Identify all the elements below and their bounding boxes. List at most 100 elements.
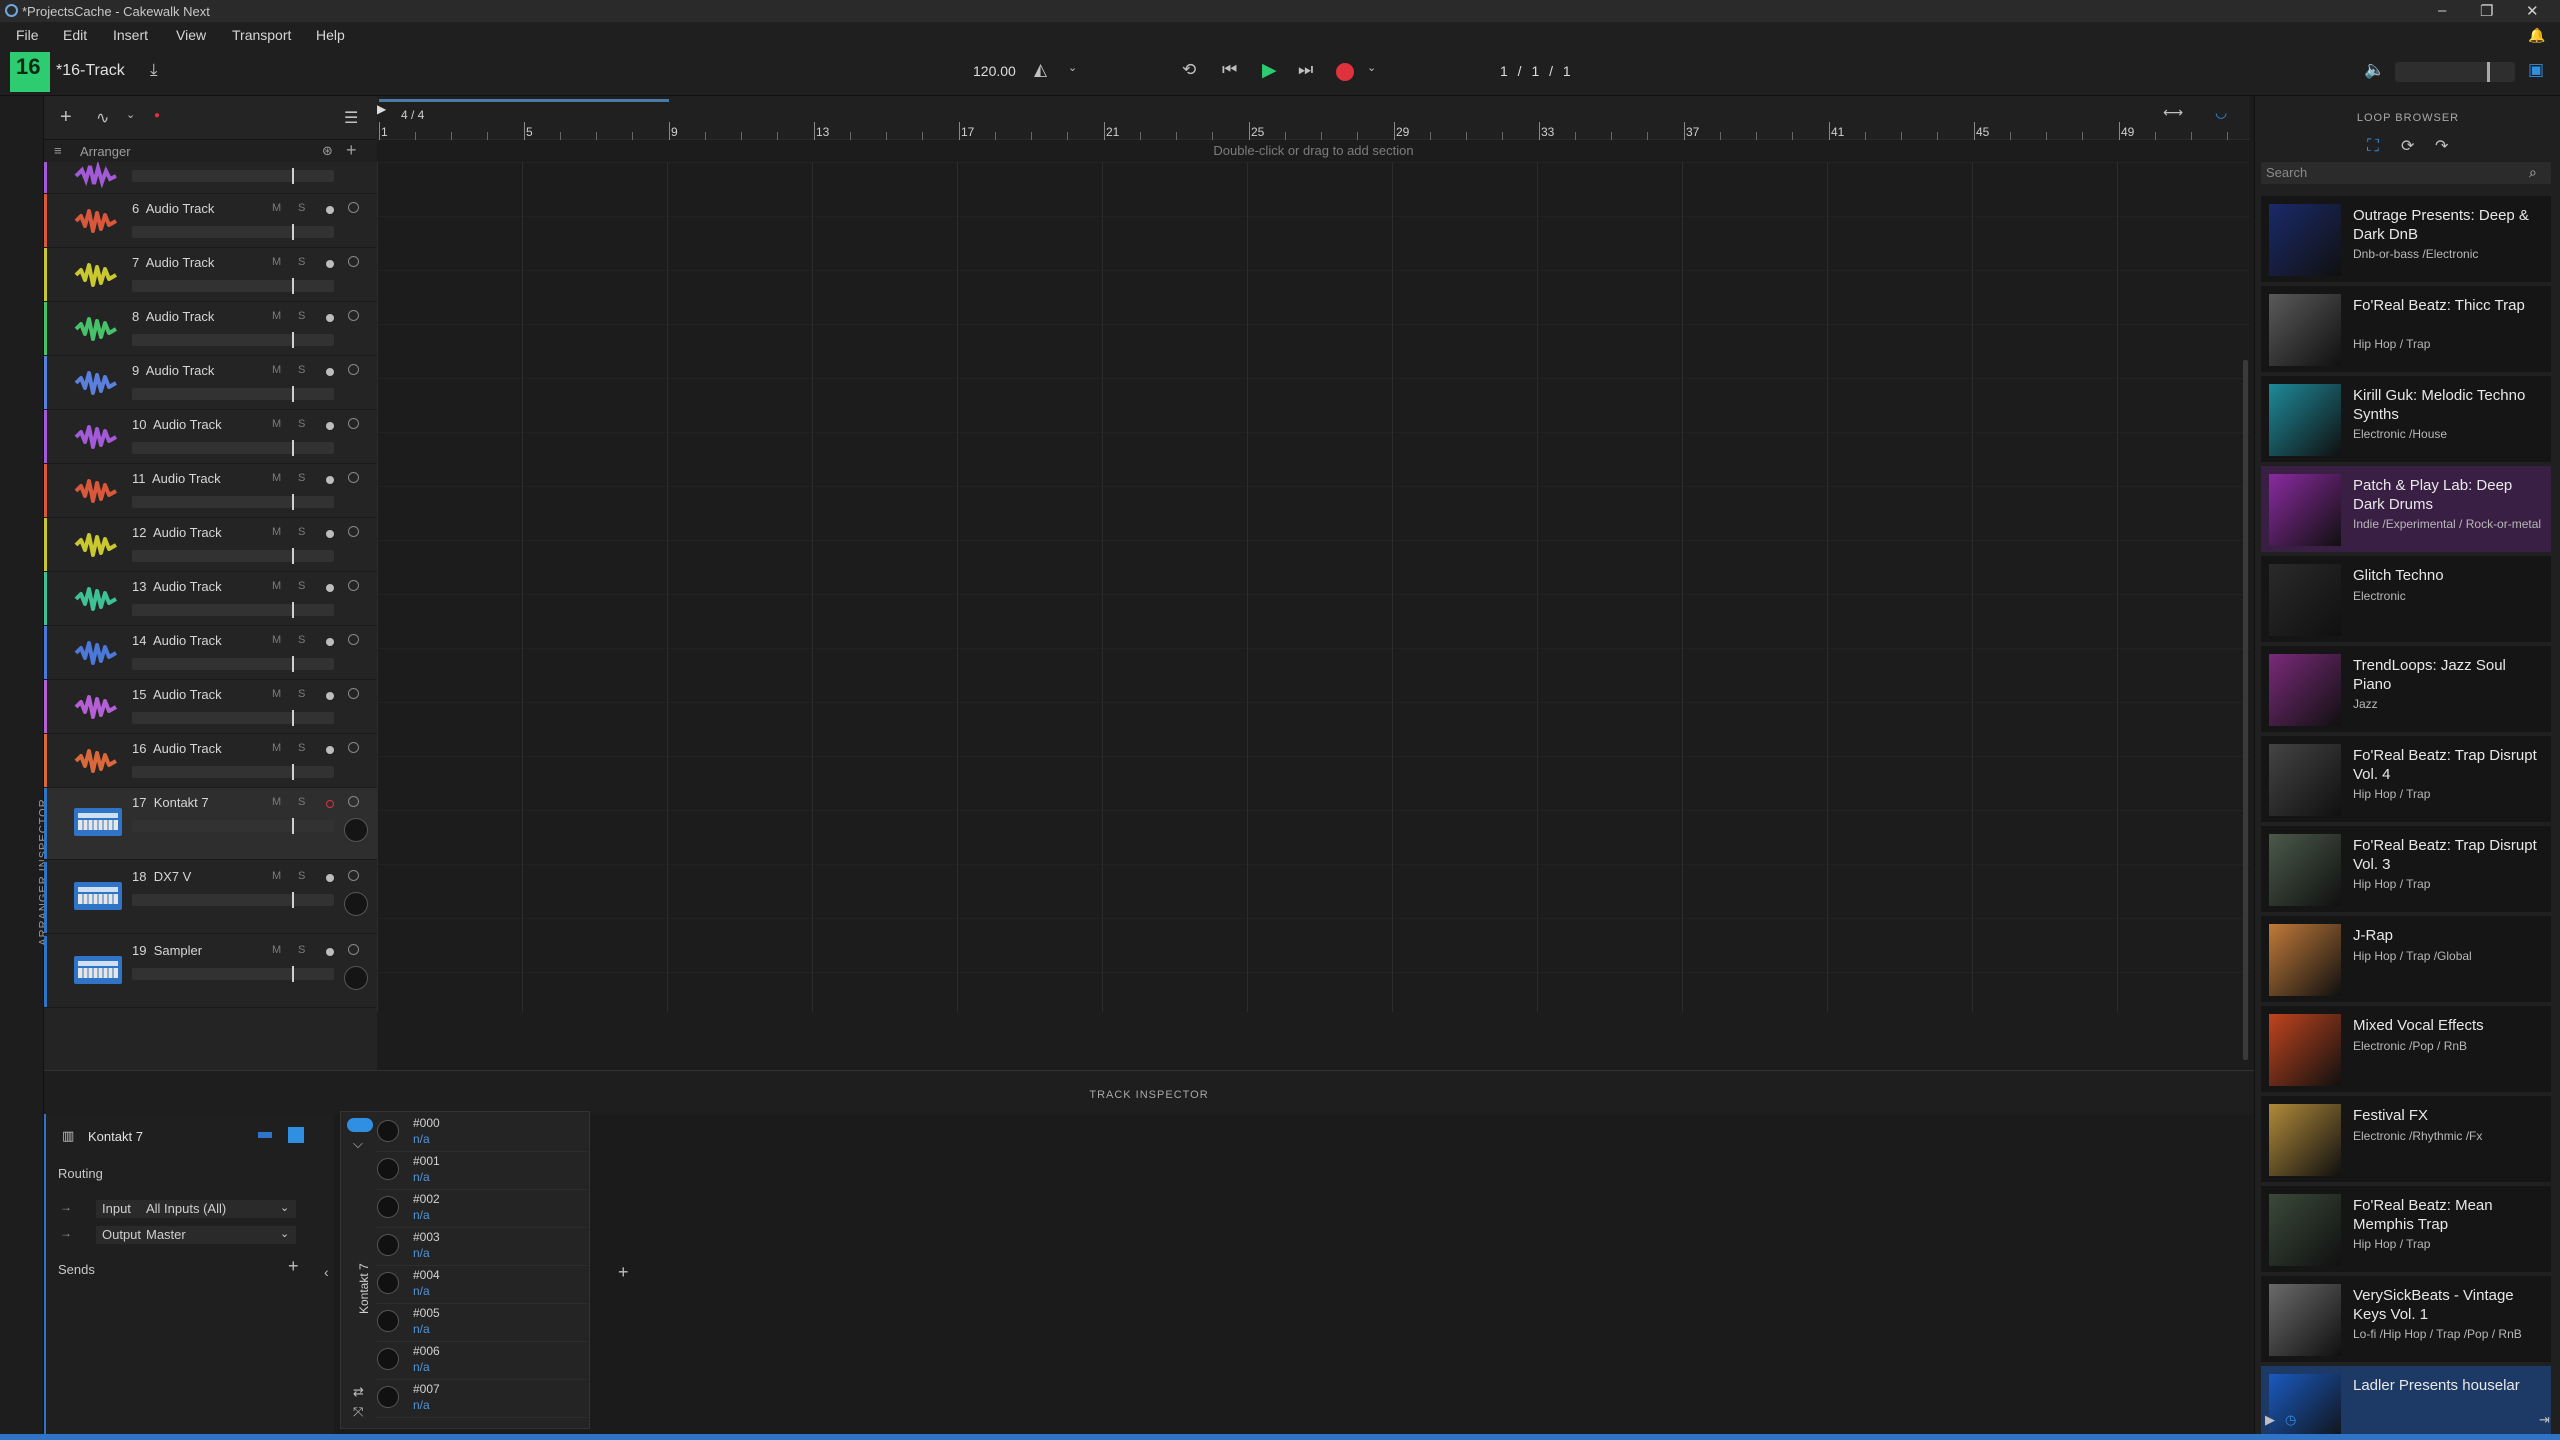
menu-insert[interactable]: Insert <box>113 27 148 43</box>
skip-forward-icon[interactable]: ⏭ <box>1298 60 1313 80</box>
add-plugin-icon[interactable]: + <box>618 1262 629 1283</box>
volume-fader[interactable] <box>132 386 334 402</box>
loop-item[interactable]: J-Rap Hip Hop / Trap /Global <box>2261 916 2551 1002</box>
notification-bell-icon[interactable]: 🔔 <box>2528 27 2545 44</box>
pan-knob[interactable] <box>344 966 368 990</box>
param-knob[interactable] <box>377 1386 399 1408</box>
loop-item[interactable]: Outrage Presents: Deep & Dark DnB Dnb-or-… <box>2261 196 2551 282</box>
volume-fader[interactable] <box>132 224 334 240</box>
pan-knob[interactable] <box>344 892 368 916</box>
menu-view[interactable]: View <box>176 27 206 43</box>
solo-button[interactable]: S <box>298 634 305 646</box>
maximize-button[interactable]: ❐ <box>2480 2 2493 20</box>
tempo-display[interactable]: 120.00 <box>973 63 1016 79</box>
monitor-icon[interactable] <box>348 418 359 429</box>
mute-button[interactable]: M <box>272 742 281 754</box>
fader-thumb[interactable] <box>292 710 294 726</box>
solo-button[interactable]: S <box>298 526 305 538</box>
automation-dropdown-icon[interactable]: ⌄ <box>126 108 135 121</box>
plugin-param[interactable]: #003 n/a <box>377 1228 587 1266</box>
arranger-link-icon[interactable]: ⊛ <box>322 143 333 159</box>
mute-button[interactable]: M <box>272 526 281 538</box>
rewind-icon[interactable]: ⏮ <box>1222 60 1237 80</box>
instrument-track-row[interactable]: 17 Kontakt 7 M S <box>44 788 377 860</box>
record-arm-button[interactable] <box>326 476 334 484</box>
record-arm-button[interactable] <box>326 368 334 376</box>
mute-button[interactable]: M <box>272 310 281 322</box>
solo-button[interactable]: S <box>298 580 305 592</box>
audio-track-row[interactable]: 10 Audio Track M S <box>44 410 377 464</box>
record-arm-button[interactable] <box>326 948 334 956</box>
param-knob[interactable] <box>377 1348 399 1370</box>
record-arm-button[interactable] <box>326 692 334 700</box>
instrument-track-row[interactable]: 18 DX7 V M S <box>44 862 377 934</box>
record-arm-button[interactable] <box>326 422 334 430</box>
plugin-param[interactable]: #002 n/a <box>377 1190 587 1228</box>
record-button[interactable] <box>1336 63 1354 81</box>
record-arm-button[interactable] <box>326 874 334 882</box>
search-icon[interactable]: ⌕ <box>2529 164 2537 181</box>
volume-fader[interactable] <box>132 494 334 510</box>
track-title[interactable]: 8 Audio Track <box>132 309 214 324</box>
volume-fader[interactable] <box>132 548 334 564</box>
track-title[interactable]: 9 Audio Track <box>132 363 214 378</box>
audio-track-row[interactable]: 15 Audio Track M S <box>44 680 377 734</box>
loop-search-input[interactable]: Search <box>2261 162 2551 184</box>
solo-button[interactable]: S <box>298 688 305 700</box>
collapse-left-icon[interactable]: ‹ <box>324 1264 329 1280</box>
audio-track-row[interactable]: 13 Audio Track M S <box>44 572 377 626</box>
volume-thumb[interactable] <box>2487 62 2490 82</box>
close-button[interactable]: ✕ <box>2526 2 2539 20</box>
param-knob[interactable] <box>377 1120 399 1142</box>
loop-drag-icon[interactable]: ⇥ <box>2539 1412 2550 1428</box>
monitor-icon[interactable] <box>348 688 359 699</box>
param-knob[interactable] <box>377 1234 399 1256</box>
track-title[interactable]: 19 Sampler <box>132 943 202 958</box>
param-knob[interactable] <box>377 1158 399 1180</box>
volume-fader[interactable] <box>132 602 334 618</box>
snap-icon[interactable]: ◡ <box>2215 104 2227 121</box>
plugin-param[interactable]: #005 n/a <box>377 1304 587 1342</box>
loop-item[interactable]: Mixed Vocal Effects Electronic /Pop / RnB <box>2261 1006 2551 1092</box>
project-name[interactable]: *16-Track <box>56 62 125 80</box>
monitor-icon[interactable] <box>348 944 359 955</box>
monitor-icon[interactable] <box>348 796 359 807</box>
plugin-param[interactable]: #004 n/a <box>377 1266 587 1304</box>
menu-transport[interactable]: Transport <box>232 27 291 43</box>
mute-button[interactable]: M <box>272 202 281 214</box>
fader-thumb[interactable] <box>292 386 294 402</box>
monitor-icon[interactable] <box>348 742 359 753</box>
audio-track-row[interactable]: 12 Audio Track M S <box>44 518 377 572</box>
add-section-icon[interactable]: + <box>346 140 357 161</box>
panel-toggle-icon[interactable]: ▣ <box>2528 60 2544 80</box>
record-arm-button[interactable] <box>326 314 334 322</box>
fader-thumb[interactable] <box>292 892 294 908</box>
track-inspector-bar[interactable]: TRACK INSPECTOR <box>44 1070 2254 1114</box>
audio-track-row[interactable]: 16 Audio Track M S <box>44 734 377 788</box>
track-title[interactable]: 15 Audio Track <box>132 687 222 702</box>
expand-icon[interactable]: ⛶ <box>2367 136 2379 156</box>
fader-thumb[interactable] <box>292 818 294 834</box>
solo-button[interactable]: S <box>298 870 305 882</box>
track-title[interactable]: 16 Audio Track <box>132 741 222 756</box>
loop-preview-icon[interactable]: ⟳ <box>2401 136 2414 156</box>
fader-thumb[interactable] <box>292 494 294 510</box>
mute-button[interactable]: M <box>272 688 281 700</box>
arrange-view[interactable]: ▶ 4 / 4 1 5 9 13 17 21 25 29 33 37 41 45 49 ⟷ ◡ Doub… <box>377 96 2250 1070</box>
mute-button[interactable]: M <box>272 634 281 646</box>
fader-thumb[interactable] <box>292 332 294 348</box>
solo-button[interactable]: S <box>298 310 305 322</box>
mute-button[interactable]: M <box>272 796 281 808</box>
monitor-icon[interactable] <box>348 472 359 483</box>
fader-thumb[interactable] <box>292 656 294 672</box>
loop-item[interactable]: Glitch Techno Electronic <box>2261 556 2551 642</box>
track-title[interactable]: 12 Audio Track <box>132 525 222 540</box>
loop-item[interactable]: Fo'Real Beatz: Trap Disrupt Vol. 4 Hip Ho… <box>2261 736 2551 822</box>
loop-play-icon[interactable]: ▶ <box>2265 1412 2275 1428</box>
playhead-icon[interactable]: ▶ <box>377 102 386 116</box>
param-knob[interactable] <box>377 1196 399 1218</box>
minimize-button[interactable]: – <box>2438 2 2446 19</box>
position-display[interactable]: 1 / 1 / 1 <box>1500 63 1571 79</box>
instrument-track-row[interactable]: 19 Sampler M S <box>44 936 377 1008</box>
play-icon[interactable]: ▶ <box>1262 59 1277 82</box>
